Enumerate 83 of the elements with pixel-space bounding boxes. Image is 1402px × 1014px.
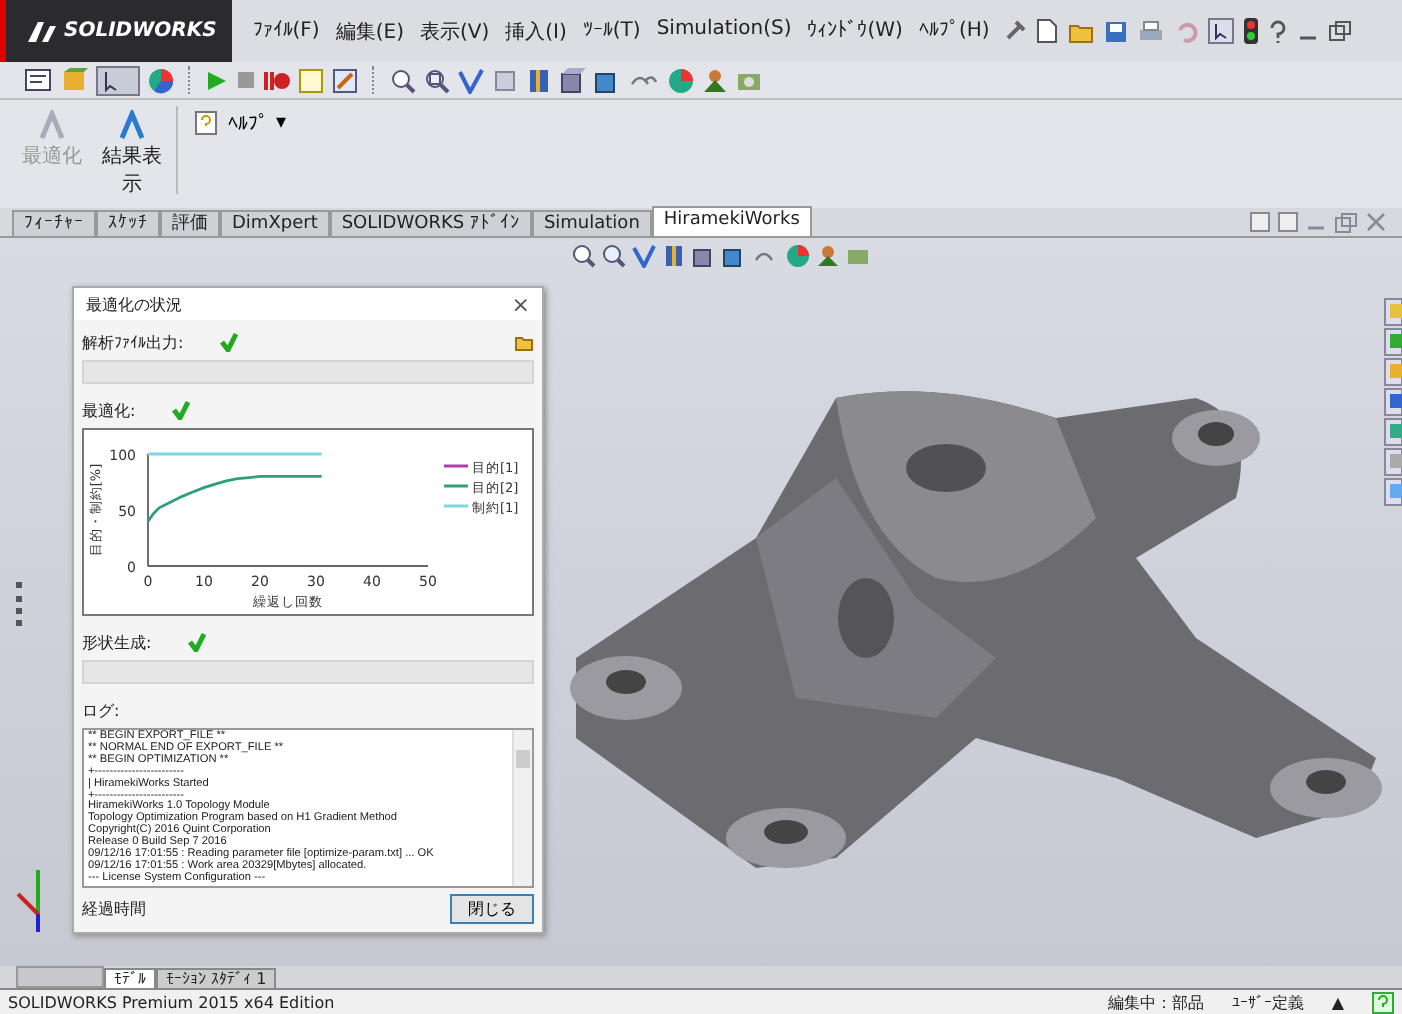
menu-item[interactable]: 表示(V) — [419, 17, 490, 45]
axis-triad-drawing — [16, 870, 42, 934]
caret-icon: ▾ — [276, 112, 287, 134]
tile-icon[interactable] — [1250, 211, 1270, 231]
panel-handle[interactable] — [16, 582, 28, 626]
command-tab[interactable]: DimXpert — [220, 210, 330, 236]
book-icon[interactable] — [662, 244, 686, 268]
scene-icon[interactable] — [702, 67, 728, 93]
menu-item[interactable]: ｳｨﾝﾄﾞｳ(W) — [807, 17, 903, 45]
help-document-icon — [194, 110, 220, 136]
logo-text: SOLIDWORKS — [64, 20, 217, 42]
close-button[interactable]: × — [511, 291, 530, 317]
command-tab[interactable]: ｽｹｯﾁ — [96, 210, 160, 236]
print-icon[interactable] — [1137, 19, 1164, 43]
close-icon[interactable] — [1366, 211, 1386, 231]
menu-item[interactable]: 編集(E) — [335, 17, 404, 45]
appearance-icon[interactable] — [668, 67, 694, 93]
ribbon-icon — [36, 110, 68, 142]
box-view-icon[interactable] — [560, 67, 586, 93]
ds-logo-icon — [26, 19, 58, 43]
restore-icon[interactable] — [1327, 20, 1352, 42]
ribbon-icon — [116, 110, 148, 142]
task-pane-tab-icon[interactable] — [1384, 298, 1402, 326]
box-view-icon[interactable] — [692, 244, 716, 268]
edit-document-icon[interactable] — [332, 67, 358, 93]
appearance-icon[interactable] — [786, 244, 810, 268]
zoom-area-icon[interactable] — [424, 67, 450, 93]
stop-icon[interactable] — [236, 70, 256, 90]
menu-item[interactable]: ﾂｰﾙ(T) — [582, 17, 641, 45]
play-icon[interactable] — [206, 69, 228, 91]
menu-item[interactable]: ﾌｧｲﾙ(F) — [252, 17, 320, 45]
document-icon[interactable] — [298, 67, 324, 93]
status-caret[interactable]: ▲ — [1331, 993, 1344, 1011]
new-document-icon[interactable] — [1035, 18, 1058, 44]
book-icon[interactable] — [526, 67, 552, 93]
section-label: 形状生成: — [82, 631, 152, 653]
pin-icon[interactable] — [1001, 19, 1026, 43]
properties-icon[interactable] — [24, 68, 52, 92]
y-axis — [147, 453, 149, 567]
scene-icon[interactable] — [816, 244, 840, 268]
task-pane-tab-icon[interactable] — [1384, 328, 1402, 356]
menu-item[interactable]: 挿入(I) — [505, 17, 567, 45]
folder-icon[interactable] — [1067, 19, 1094, 43]
restore-icon[interactable] — [1334, 211, 1358, 233]
color-wheel-icon[interactable] — [148, 67, 174, 93]
menu-item[interactable]: ﾍﾙﾌﾟ(H) — [918, 17, 990, 45]
help-button[interactable]: ﾍﾙﾌﾟ ▾ — [186, 106, 295, 140]
help-icon[interactable] — [1372, 991, 1394, 1013]
save-icon[interactable] — [1103, 19, 1128, 43]
command-tab[interactable]: ﾌｨｰﾁｬｰ — [12, 210, 96, 236]
dialog-title: 最適化の状況 — [86, 293, 182, 315]
traffic-light-icon[interactable] — [1243, 18, 1258, 44]
zoom-area-icon[interactable] — [602, 244, 626, 268]
command-tab[interactable]: Simulation — [531, 210, 652, 236]
zoom-icon[interactable] — [572, 244, 596, 268]
model-tab[interactable]: ﾓﾃﾞﾙ — [104, 968, 156, 988]
menu-item[interactable]: Simulation(S) — [656, 17, 792, 45]
select-cursor-icon[interactable] — [96, 65, 140, 95]
status-text: 編集中：部品 — [1107, 991, 1204, 1013]
tile-icon[interactable] — [1278, 211, 1298, 231]
log-label: ログ: — [82, 700, 122, 722]
record-icon[interactable] — [264, 69, 290, 91]
units-button[interactable]: ﾕｰｻﾞｰ定義 — [1231, 991, 1304, 1013]
section-label: 最適化: — [82, 399, 136, 421]
task-pane-tab-icon[interactable] — [1384, 418, 1402, 446]
help-icon[interactable] — [1267, 19, 1288, 43]
select-cursor-icon[interactable] — [1207, 18, 1234, 44]
task-pane-tab-icon[interactable] — [1384, 448, 1402, 476]
task-pane-tab-icon[interactable] — [1384, 388, 1402, 416]
model-tab[interactable]: ﾓｰｼｮﾝ ｽﾀﾃﾞｨ 1 — [156, 968, 277, 988]
scrollbar[interactable] — [512, 730, 532, 886]
task-pane-tab-icon[interactable] — [1384, 478, 1402, 506]
zoom-icon[interactable] — [390, 67, 416, 93]
command-tab[interactable]: HiramekiWorks — [651, 206, 812, 236]
folder-icon[interactable] — [514, 332, 534, 352]
close-button[interactable]: 閉じる — [450, 894, 534, 924]
status-text: SOLIDWORKS Premium 2015 x64 Edition — [8, 993, 335, 1011]
section-label: 解析ﾌｧｲﾙ出力: — [82, 331, 184, 353]
elapsed-time-label: 経過時間 — [82, 898, 146, 920]
command-tab[interactable]: 評価 — [160, 210, 220, 236]
command-tab[interactable]: SOLIDWORKS ｱﾄﾞｲﾝ — [329, 210, 532, 236]
task-pane-tab-icon[interactable] — [1384, 358, 1402, 386]
ribbon-button[interactable]: 結果表示 — [96, 106, 168, 202]
